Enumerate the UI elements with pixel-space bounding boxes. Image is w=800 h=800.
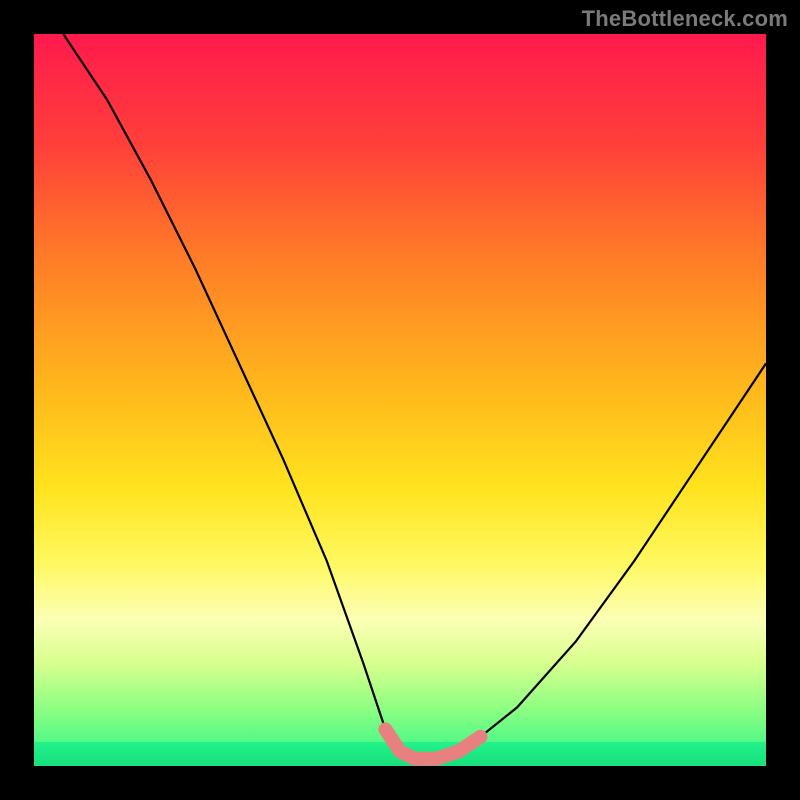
bottleneck-curve xyxy=(63,34,766,759)
chart-svg xyxy=(34,34,766,766)
watermark-text: TheBottleneck.com xyxy=(582,6,788,32)
sweet-spot-marker xyxy=(385,729,480,758)
chart-frame: TheBottleneck.com xyxy=(0,0,800,800)
